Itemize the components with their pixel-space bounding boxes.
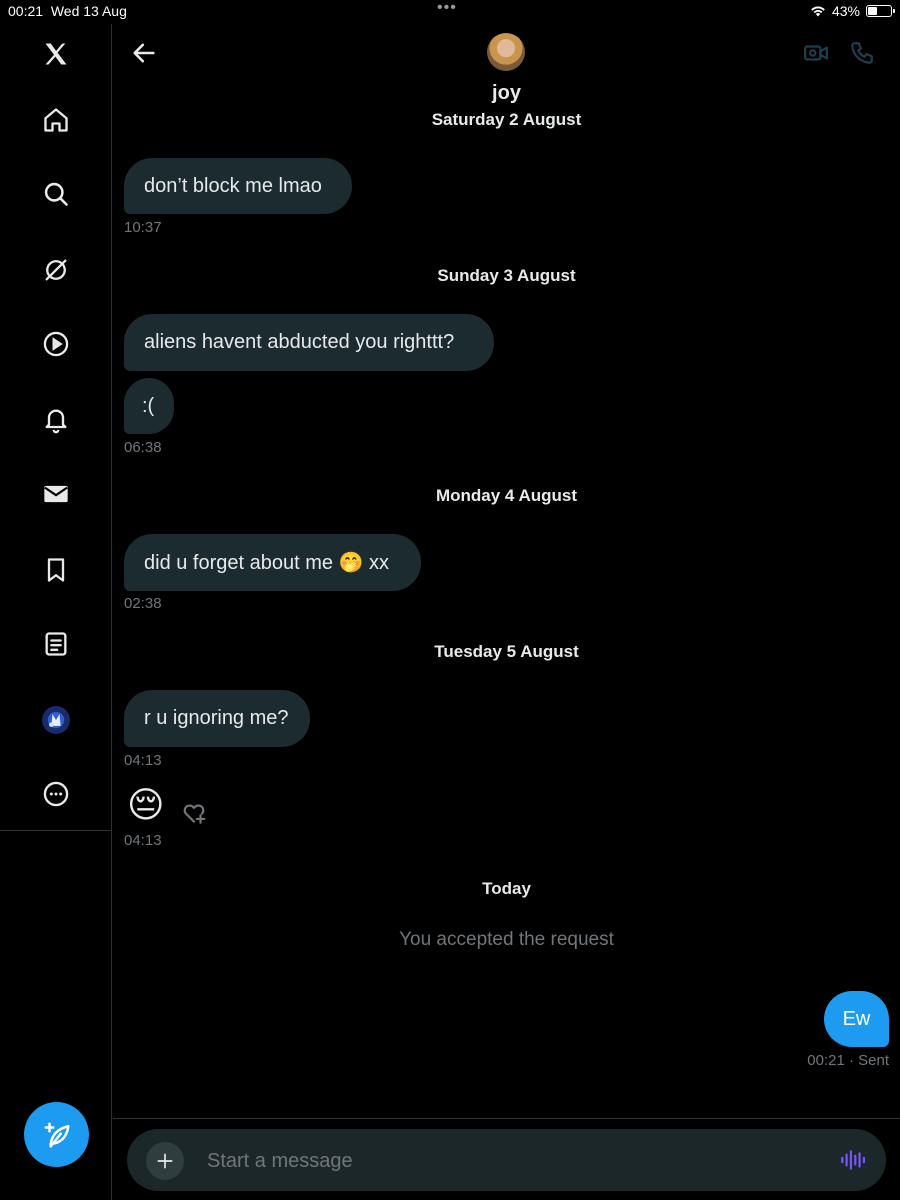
sidebar-divider (0, 830, 112, 831)
sent-message[interactable]: Ew (824, 991, 889, 1047)
system-message: You accepted the request (399, 929, 614, 950)
add-attachment-button[interactable] (146, 1142, 184, 1180)
received-message[interactable]: did u forget about me 🤭 xx (124, 534, 421, 591)
message-timestamp: 06:38 (124, 439, 162, 456)
plus-icon (157, 1153, 173, 1169)
sent-message-status: 00:21 · Sent (807, 1052, 889, 1069)
status-clock: 00:21 (8, 3, 44, 19)
video-play-icon[interactable] (40, 328, 72, 360)
message-composer (127, 1129, 886, 1193)
message-timestamp: 02:38 (124, 595, 162, 612)
sent-time: 00:21 (807, 1052, 845, 1069)
messages-envelope-icon[interactable] (40, 478, 72, 510)
received-message[interactable]: :( (124, 378, 174, 434)
date-separator: Saturday 2 August (431, 110, 582, 129)
received-message[interactable]: r u ignoring me? (124, 690, 310, 747)
lists-icon[interactable] (40, 628, 72, 660)
emoji-message[interactable]: 😔 (127, 787, 165, 823)
received-message[interactable]: aliens havent abducted you righttt? (124, 314, 494, 371)
received-message[interactable]: don’t block me lmao (124, 158, 352, 214)
more-icon[interactable] (40, 778, 72, 810)
home-icon[interactable] (40, 104, 72, 136)
message-timestamp: 10:37 (124, 219, 162, 236)
date-separator: Tuesday 5 August (434, 642, 579, 661)
date-separator: Sunday 3 August (437, 266, 576, 285)
add-reaction-heart-icon[interactable] (181, 800, 207, 826)
bookmark-icon[interactable] (40, 554, 72, 586)
grok-icon[interactable] (40, 254, 72, 286)
composer-divider (113, 1118, 900, 1119)
compose-button[interactable] (24, 1102, 89, 1167)
profile-avatar[interactable] (40, 704, 72, 736)
compose-feather-icon (44, 1122, 69, 1147)
notifications-bell-icon[interactable] (40, 404, 72, 436)
message-timestamp: 04:13 (124, 752, 162, 769)
voice-waveform-icon[interactable] (839, 1147, 865, 1173)
status-time: 00:21 Wed 13 Aug (8, 3, 127, 19)
date-separator: Monday 4 August (435, 486, 578, 505)
search-icon[interactable] (40, 178, 72, 210)
message-input[interactable] (205, 1129, 809, 1193)
sidebar (0, 24, 112, 1200)
x-logo-icon[interactable] (40, 38, 72, 70)
sent-status: · Sent (848, 1052, 889, 1069)
date-separator: Today (482, 879, 531, 898)
message-thread: Saturday 2 August don’t block me lmao 10… (113, 0, 900, 1118)
message-timestamp: 04:13 (124, 832, 162, 849)
